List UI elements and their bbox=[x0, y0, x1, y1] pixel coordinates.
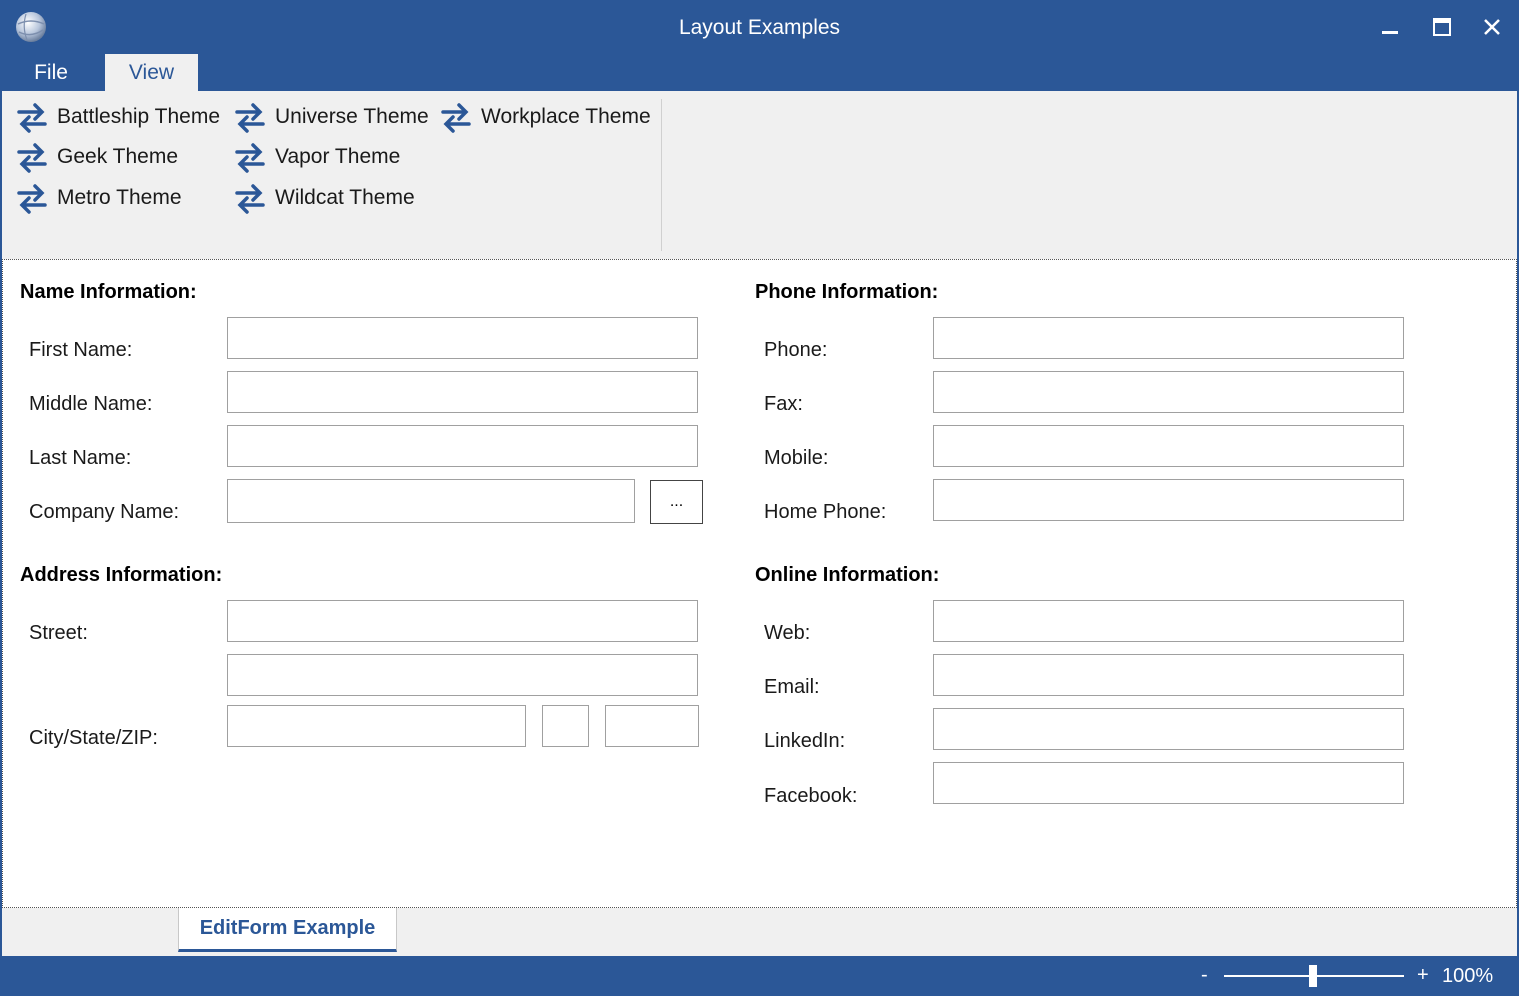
mobile-label: Mobile: bbox=[764, 447, 829, 469]
home-phone-input[interactable] bbox=[933, 479, 1404, 521]
web-label: Web: bbox=[764, 622, 811, 644]
web-input[interactable] bbox=[933, 600, 1404, 642]
middle-name-label: Middle Name: bbox=[29, 393, 153, 415]
geek-theme-label: Geek Theme bbox=[57, 145, 179, 168]
swap-arrows-icon bbox=[17, 143, 47, 173]
maximize-button[interactable] bbox=[1424, 10, 1460, 44]
swap-arrows-icon bbox=[17, 184, 47, 214]
street-line2-input[interactable] bbox=[227, 654, 698, 696]
facebook-input[interactable] bbox=[933, 762, 1404, 804]
linkedin-input[interactable] bbox=[933, 708, 1404, 750]
last-name-label: Last Name: bbox=[29, 447, 132, 469]
maximize-icon bbox=[1433, 18, 1451, 36]
universe-theme-button[interactable]: Universe Theme bbox=[233, 99, 429, 135]
name-information-title: Name Information: bbox=[20, 281, 197, 303]
email-label: Email: bbox=[764, 676, 820, 698]
swap-arrows-icon bbox=[441, 103, 471, 133]
browse-company-button[interactable]: ... bbox=[650, 480, 703, 524]
facebook-label: Facebook: bbox=[764, 785, 858, 807]
street-label: Street: bbox=[29, 622, 88, 644]
ribbon-panel: Battleship Theme Geek Theme Metro Theme … bbox=[2, 91, 1517, 259]
state-input[interactable] bbox=[542, 705, 589, 747]
swap-arrows-icon bbox=[235, 103, 265, 133]
zoom-out-button[interactable]: - bbox=[1201, 964, 1208, 987]
swap-arrows-icon bbox=[235, 143, 265, 173]
street-line1-input[interactable] bbox=[227, 600, 698, 642]
window-title: Layout Examples bbox=[678, 16, 841, 39]
company-name-label: Company Name: bbox=[29, 501, 180, 523]
minimize-icon bbox=[1382, 31, 1398, 34]
last-name-input[interactable] bbox=[227, 425, 698, 467]
ribbon-tab-strip: File View bbox=[0, 54, 1519, 91]
swap-arrows-icon bbox=[235, 184, 265, 214]
metro-theme-label: Metro Theme bbox=[57, 186, 182, 209]
linkedin-label: LinkedIn: bbox=[764, 730, 846, 752]
document-tab-strip: EditForm Example bbox=[2, 908, 1517, 956]
tab-editform-example[interactable]: EditForm Example bbox=[178, 908, 397, 952]
vapor-theme-label: Vapor Theme bbox=[275, 145, 401, 168]
zoom-slider-thumb[interactable] bbox=[1309, 965, 1317, 987]
battleship-theme-button[interactable]: Battleship Theme bbox=[15, 99, 220, 135]
fax-label: Fax: bbox=[764, 393, 803, 415]
tab-view[interactable]: View bbox=[105, 54, 198, 91]
metro-theme-button[interactable]: Metro Theme bbox=[15, 180, 182, 216]
wildcat-theme-button[interactable]: Wildcat Theme bbox=[233, 180, 415, 216]
universe-theme-label: Universe Theme bbox=[275, 105, 429, 128]
zip-input[interactable] bbox=[605, 705, 699, 747]
close-icon bbox=[1484, 19, 1500, 35]
address-information-title: Address Information: bbox=[20, 564, 223, 586]
zoom-level: 100% bbox=[1442, 965, 1494, 987]
close-button[interactable] bbox=[1474, 10, 1510, 44]
phone-label: Phone: bbox=[764, 339, 828, 361]
swap-arrows-icon bbox=[17, 103, 47, 133]
email-input[interactable] bbox=[933, 654, 1404, 696]
company-name-input[interactable] bbox=[227, 479, 635, 523]
edit-form: Name Information: First Name: Middle Nam… bbox=[2, 259, 1517, 908]
phone-information-title: Phone Information: bbox=[755, 281, 939, 303]
workplace-theme-label: Workplace Theme bbox=[481, 105, 651, 128]
online-information-title: Online Information: bbox=[755, 564, 940, 586]
status-bar: - + 100% bbox=[0, 956, 1519, 996]
minimize-button[interactable] bbox=[1372, 10, 1408, 44]
fax-input[interactable] bbox=[933, 371, 1404, 413]
first-name-label: First Name: bbox=[29, 339, 133, 361]
home-phone-label: Home Phone: bbox=[764, 501, 887, 523]
city-state-zip-label: City/State/ZIP: bbox=[29, 727, 158, 749]
zoom-in-button[interactable]: + bbox=[1417, 964, 1429, 987]
phone-input[interactable] bbox=[933, 317, 1404, 359]
battleship-theme-label: Battleship Theme bbox=[57, 105, 221, 128]
wildcat-theme-label: Wildcat Theme bbox=[275, 186, 415, 209]
first-name-input[interactable] bbox=[227, 317, 698, 359]
middle-name-input[interactable] bbox=[227, 371, 698, 413]
workplace-theme-button[interactable]: Workplace Theme bbox=[439, 99, 651, 135]
ribbon-group-separator bbox=[661, 99, 662, 251]
vapor-theme-button[interactable]: Vapor Theme bbox=[233, 139, 400, 175]
tab-file[interactable]: File bbox=[0, 54, 102, 91]
mobile-input[interactable] bbox=[933, 425, 1404, 467]
title-bar: Layout Examples bbox=[0, 0, 1519, 54]
geek-theme-button[interactable]: Geek Theme bbox=[15, 139, 178, 175]
city-input[interactable] bbox=[227, 705, 526, 747]
